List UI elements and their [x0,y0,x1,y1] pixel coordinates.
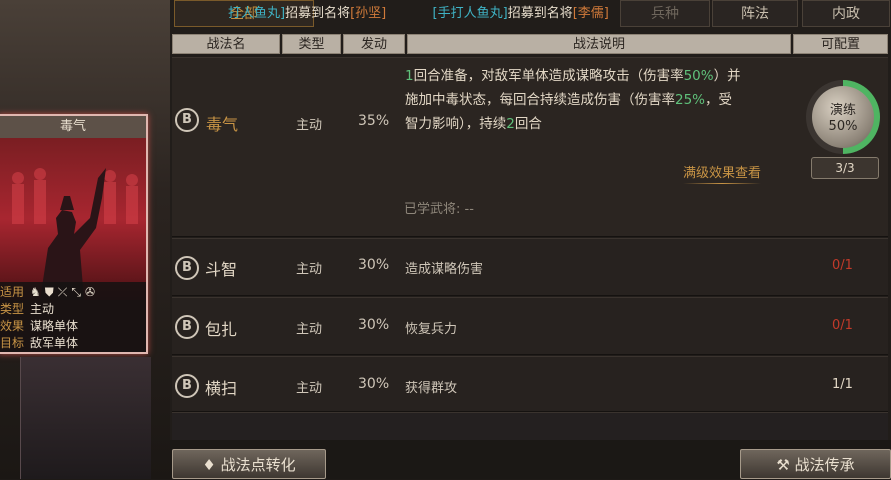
ticker-player1: 打人鱼丸] [228,6,286,21]
secondary-card [20,357,151,479]
skill-name: 横扫 [205,379,238,398]
card-type-label: 类型 [0,302,25,316]
practice-ring[interactable]: 演练 50% [806,80,880,154]
drop-icon: ♦ [202,456,216,474]
troop-icons: ♞⛊⤫⤡✇ [30,285,100,299]
config-count: 3/3 [811,157,879,179]
tab-troop[interactable]: 兵种 [620,0,710,27]
skill-rate: 30% [358,317,390,333]
tab-domestic[interactable]: 内政 [802,0,890,27]
full-effect-link[interactable]: 满级效果查看 [683,162,762,184]
grade-badge: B [175,374,199,398]
inherit-skill-label: 战法传承 [794,456,855,474]
header-desc: 战法说明 [407,34,791,54]
skill-rate: 30% [358,376,390,392]
card-effect-value: 谋略单体 [30,319,79,333]
header-name[interactable]: 战法名 [172,34,280,54]
convert-points-button[interactable]: ♦ 战法点转化 [172,449,326,479]
skill-name: 斗智 [205,260,238,279]
skill-description: 造成谋略伤害 [405,262,484,277]
card-title: 毒气 [0,116,146,138]
grade-badge: B [175,256,199,280]
skill-row[interactable] [172,238,888,296]
ticker-text1: 招募到名将 [285,6,351,21]
ticker-general1: [孙坚] [350,6,387,21]
inherit-skill-button[interactable]: ⚒ 战法传承 [740,449,891,479]
skill-type: 主动 [296,118,323,133]
grade-badge: B [175,108,199,132]
card-target-value: 敌军单体 [30,336,79,350]
skill-description: 恢复兵力 [405,322,458,337]
hammer-icon: ⚒ [776,456,790,474]
card-info-panel: 适用 ♞⛊⤫⤡✇ 类型 主动 效果 谋略单体 目标 敌军单体 [0,282,146,352]
skill-rate: 35% [358,113,390,129]
ticker-player2: [手打人鱼丸] [432,6,508,21]
config-count: 0/1 [832,258,853,273]
skill-name: 包扎 [205,320,238,339]
skill-row[interactable] [172,297,888,355]
card-type-value: 主动 [30,302,55,316]
convert-points-label: 战法点转化 [220,456,296,474]
card-art [0,138,146,300]
practice-button[interactable]: 演练 50% [812,86,874,148]
grade-badge: B [175,315,199,339]
skill-card: 毒气 适用 ♞⛊⤫⤡✇ 类型 主动 效果 谋略单体 目标 敌军单体 [0,114,148,354]
practice-percent: 50% [828,119,858,134]
ticker-general2: [李儒] [572,6,609,21]
skill-rate: 30% [358,257,390,273]
list-overflow-row [172,412,888,441]
skill-row[interactable] [172,356,888,412]
learned-generals: 已学武将: -- [404,202,474,217]
card-target-label: 目标 [0,336,25,350]
practice-label: 演练 [829,103,856,118]
skill-type: 主动 [296,322,323,337]
card-effect-label: 效果 [0,319,25,333]
skill-type: 主动 [296,381,323,396]
skill-name: 毒气 [206,115,239,134]
ticker-text2: 招募到名将 [507,6,573,21]
warrior-silhouette-icon [12,168,138,300]
skill-type: 主动 [296,262,323,277]
config-count: 0/1 [832,318,853,333]
skill-description: 1回合准备，对敌军单体造成谋略攻击（伤害率50%）并 施加中毒状态，每回合持续造… [405,68,741,132]
header-config[interactable]: 可配置 [793,34,888,54]
recruit-ticker: 打人鱼丸]招募到名将[孙坚] [手打人鱼丸]招募到名将[李儒] [228,3,609,25]
config-count: 1/1 [832,377,853,392]
tab-formation[interactable]: 阵法 [712,0,798,27]
skill-description: 获得群攻 [405,381,458,396]
header-trigger[interactable]: 发动 [343,34,405,54]
card-applicable-label: 适用 [0,285,25,299]
header-type[interactable]: 类型 [282,34,341,54]
